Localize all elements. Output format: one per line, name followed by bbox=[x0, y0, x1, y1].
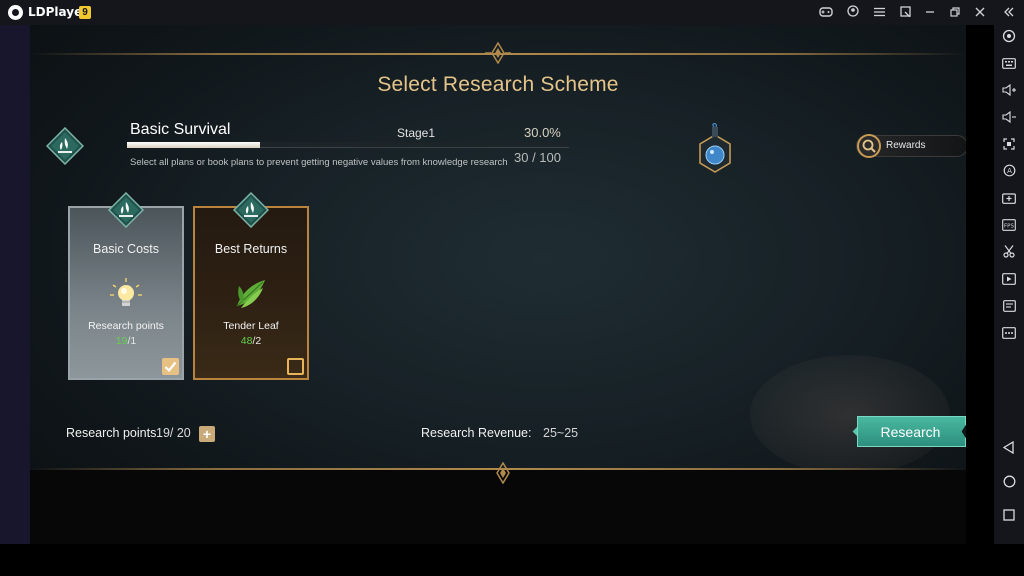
plan-count-have: 19 bbox=[115, 335, 128, 347]
emulator-titlebar: LDPlayer 9 bbox=[0, 0, 1024, 25]
volume-up-icon[interactable] bbox=[999, 83, 1019, 103]
research-points-label: Research points bbox=[66, 426, 157, 440]
campfire-badge-icon bbox=[46, 127, 84, 165]
research-revenue-label: Research Revenue: bbox=[421, 426, 532, 440]
settings-icon[interactable] bbox=[999, 29, 1019, 49]
research-button-label: Research bbox=[880, 424, 941, 440]
ldplayer-logo-icon bbox=[8, 5, 23, 20]
keyboard-icon[interactable] bbox=[999, 56, 1019, 76]
recent-apps-icon[interactable] bbox=[999, 508, 1019, 528]
stage-count: 30 / 100 bbox=[514, 150, 561, 165]
plan-card-best-returns[interactable]: Best Returns Tender Leaf 48/2 bbox=[193, 192, 309, 380]
rewards-button[interactable]: Rewards bbox=[856, 134, 966, 158]
plan-title: Best Returns bbox=[214, 242, 288, 256]
plan-title: Basic Costs bbox=[93, 242, 159, 256]
svg-text:FPS: FPS bbox=[1004, 223, 1014, 229]
close-icon[interactable] bbox=[971, 4, 989, 22]
research-points-value: 19/ 20 bbox=[156, 426, 191, 440]
account-icon[interactable] bbox=[844, 4, 862, 22]
home-icon[interactable] bbox=[999, 475, 1019, 495]
fps-icon[interactable]: FPS bbox=[999, 218, 1019, 238]
plan-count-need: /1 bbox=[127, 335, 137, 347]
plan-card-basic-costs[interactable]: Basic Costs Research points 19/1 bbox=[68, 192, 184, 380]
left-border bbox=[0, 25, 30, 544]
campfire-badge-icon bbox=[233, 192, 269, 228]
screenshot-icon[interactable] bbox=[999, 137, 1019, 157]
plan-item-name: Tender Leaf bbox=[223, 320, 279, 332]
version-badge: 9 bbox=[79, 6, 91, 19]
background-glow bbox=[750, 355, 950, 475]
research-button[interactable]: Research bbox=[857, 416, 966, 447]
menu-icon[interactable] bbox=[870, 4, 888, 22]
rewards-label: Rewards bbox=[886, 140, 926, 151]
scheme-description: Select all plans or book plans to preven… bbox=[130, 157, 508, 168]
plan-checkbox-unchecked[interactable] bbox=[287, 358, 304, 375]
stage-progress-bar bbox=[127, 142, 569, 148]
record-icon[interactable] bbox=[999, 272, 1019, 292]
add-research-points-button[interactable]: + bbox=[199, 426, 215, 442]
restore-icon[interactable] bbox=[946, 4, 964, 22]
install-apk-icon[interactable] bbox=[999, 191, 1019, 211]
screen-title: Select Research Scheme bbox=[377, 73, 619, 96]
scheme-name: Basic Survival bbox=[130, 121, 231, 138]
more-icon[interactable] bbox=[999, 326, 1019, 346]
plan-checkbox-checked[interactable] bbox=[162, 358, 179, 375]
minimize-icon[interactable] bbox=[921, 4, 939, 22]
lightbulb-icon bbox=[110, 278, 142, 306]
potion-icon[interactable] bbox=[692, 123, 738, 177]
game-viewport[interactable]: Select Research Scheme Basic Survival St… bbox=[30, 25, 966, 544]
plan-count-need: /2 bbox=[252, 335, 262, 347]
svg-text:A: A bbox=[1007, 167, 1012, 175]
back-icon[interactable] bbox=[999, 440, 1019, 461]
plan-item-count: 19/1 bbox=[70, 335, 182, 347]
stage-label: Stage1 bbox=[397, 126, 436, 140]
campfire-badge-icon bbox=[108, 192, 144, 228]
research-revenue-value: 25~25 bbox=[543, 426, 579, 440]
volume-down-icon[interactable] bbox=[999, 110, 1019, 130]
magnifier-icon bbox=[857, 134, 881, 158]
gamepad-icon[interactable] bbox=[817, 4, 835, 22]
emulator-toolbar: A FPS bbox=[994, 25, 1024, 544]
operations-icon[interactable] bbox=[999, 299, 1019, 319]
plan-count-have: 48 bbox=[240, 335, 253, 347]
stage-progress-fill bbox=[127, 142, 260, 148]
rotate-icon[interactable]: A bbox=[999, 164, 1019, 184]
cut-icon[interactable] bbox=[999, 245, 1019, 265]
top-ornament-icon bbox=[485, 42, 511, 64]
collapse-sidebar-icon[interactable] bbox=[1000, 4, 1018, 22]
bottom-letterbox bbox=[0, 544, 1024, 576]
plan-item-count: 48/2 bbox=[195, 335, 307, 347]
stage-percent: 30.0% bbox=[524, 125, 561, 140]
bottom-ornament-icon bbox=[490, 462, 516, 484]
window-sync-icon[interactable] bbox=[896, 4, 914, 22]
plan-item-name: Research points bbox=[88, 320, 164, 332]
leaf-icon bbox=[236, 280, 265, 308]
